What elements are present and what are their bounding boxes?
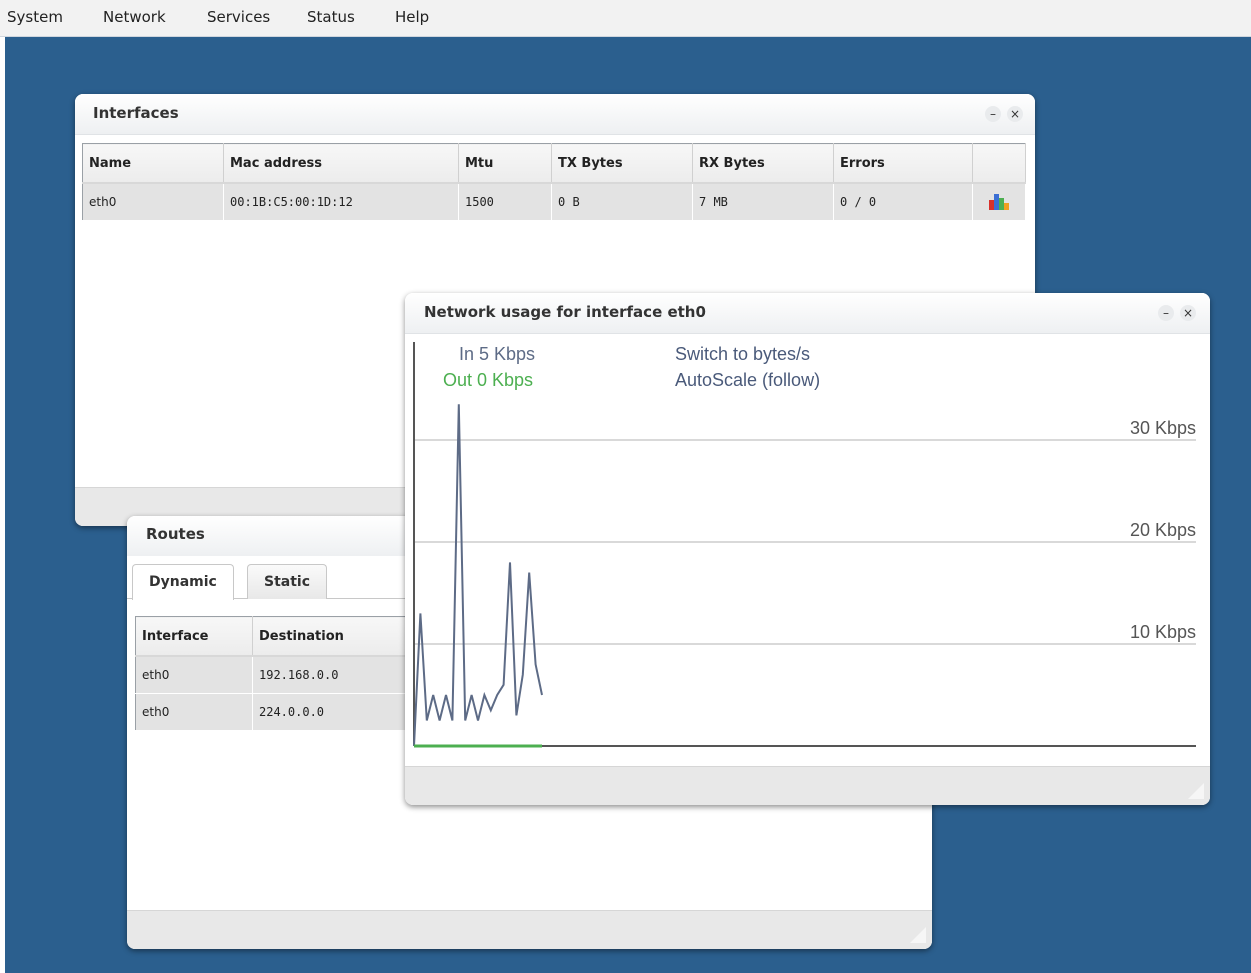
- autoscale-link[interactable]: AutoScale (follow): [675, 370, 820, 391]
- cell-name: eth0: [82, 183, 224, 221]
- col-mac[interactable]: Mac address: [223, 143, 459, 184]
- cell-tx: 0 B: [551, 183, 693, 221]
- col-action: [972, 143, 1026, 184]
- table-row[interactable]: eth0 00:1B:C5:00:1D:12 1500 0 B 7 MB 0 /…: [82, 183, 1026, 221]
- interfaces-table: Name Mac address Mtu TX Bytes RX Bytes E…: [82, 143, 1026, 221]
- col-interface[interactable]: Interface: [135, 616, 253, 657]
- usage-chart: 10 Kbps 20 Kbps 30 Kbps: [413, 342, 1196, 748]
- resize-grip[interactable]: [910, 927, 926, 943]
- bar-chart-icon[interactable]: [988, 192, 1010, 210]
- usage-window: Network usage for interface eth0 – × 10 …: [405, 293, 1210, 805]
- switch-bytes-link[interactable]: Switch to bytes/s: [675, 344, 810, 365]
- usage-footer: [405, 766, 1210, 805]
- tick-label: 10 Kbps: [1130, 622, 1196, 642]
- cell-rx: 7 MB: [692, 183, 834, 221]
- cell-mtu: 1500: [458, 183, 552, 221]
- resize-grip[interactable]: [1188, 783, 1204, 799]
- close-button[interactable]: ×: [1180, 305, 1196, 321]
- col-name[interactable]: Name: [82, 143, 224, 184]
- menu-system[interactable]: System: [7, 8, 63, 26]
- table-header: Name Mac address Mtu TX Bytes RX Bytes E…: [82, 143, 1026, 184]
- interfaces-titlebar[interactable]: Interfaces – ×: [75, 94, 1035, 135]
- tab-static[interactable]: Static: [247, 564, 328, 599]
- usage-titlebar[interactable]: Network usage for interface eth0 – ×: [405, 293, 1210, 334]
- minimize-button[interactable]: –: [985, 106, 1001, 122]
- cell-interface: eth0: [135, 656, 253, 694]
- routes-title: Routes: [146, 525, 205, 543]
- menu-status[interactable]: Status: [307, 8, 355, 26]
- cell-mac: 00:1B:C5:00:1D:12: [223, 183, 459, 221]
- col-rx[interactable]: RX Bytes: [692, 143, 834, 184]
- menu-services[interactable]: Services: [207, 8, 270, 26]
- series-line-in: [413, 404, 543, 747]
- tick-label: 30 Kbps: [1130, 418, 1196, 438]
- cell-interface: eth0: [135, 693, 253, 731]
- legend-out: Out 0 Kbps: [443, 370, 534, 390]
- menu-bar: System Network Services Status Help: [0, 0, 1251, 37]
- tab-dynamic[interactable]: Dynamic: [132, 564, 234, 600]
- menu-help[interactable]: Help: [395, 8, 429, 26]
- col-tx[interactable]: TX Bytes: [551, 143, 693, 184]
- menu-network[interactable]: Network: [103, 8, 166, 26]
- close-button[interactable]: ×: [1007, 106, 1023, 122]
- tick-label: 20 Kbps: [1130, 520, 1196, 540]
- cell-action: [972, 183, 1026, 221]
- interfaces-title: Interfaces: [93, 104, 179, 122]
- col-errors[interactable]: Errors: [833, 143, 973, 184]
- routes-footer: [127, 910, 932, 949]
- cell-errors: 0 / 0: [833, 183, 973, 221]
- minimize-button[interactable]: –: [1158, 305, 1174, 321]
- legend-in: In 5 Kbps: [459, 344, 536, 364]
- usage-title: Network usage for interface eth0: [424, 303, 706, 321]
- col-mtu[interactable]: Mtu: [458, 143, 552, 184]
